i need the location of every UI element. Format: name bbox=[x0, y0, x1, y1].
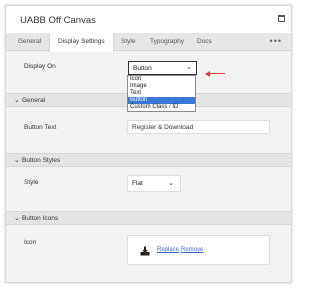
section-title-general: General bbox=[22, 97, 46, 104]
button-text-input[interactable]: Register & Download bbox=[127, 120, 270, 134]
maximize-icon[interactable] bbox=[278, 15, 285, 22]
download-icon bbox=[140, 246, 150, 256]
tab-typography[interactable]: Typography bbox=[142, 33, 192, 51]
dropdown-option-button[interactable]: Button bbox=[128, 97, 195, 104]
display-on-label: Display On bbox=[24, 63, 56, 70]
section-title-button-styles: Button Styles bbox=[22, 157, 61, 164]
display-on-dropdown-list: Icon Image Text Button Custom Class / ID bbox=[127, 75, 196, 112]
icon-label: Icon bbox=[24, 239, 37, 246]
chevron-down-icon: ⌄ bbox=[168, 180, 174, 187]
button-text-label: Button Text bbox=[24, 124, 57, 131]
dropdown-option-text[interactable]: Text bbox=[128, 90, 195, 97]
style-select[interactable]: Flat ⌄ bbox=[127, 175, 181, 192]
display-on-select[interactable]: Button ⌄ bbox=[128, 61, 197, 75]
section-header-button-icons[interactable]: ⌄ Button Icons bbox=[6, 211, 291, 225]
display-on-selected-value: Button bbox=[133, 65, 152, 72]
section-title-button-icons: Button Icons bbox=[22, 215, 59, 222]
tab-docs[interactable]: Docs bbox=[189, 33, 220, 51]
section-header-button-styles[interactable]: ⌄ Button Styles bbox=[6, 153, 291, 167]
dropdown-option-image[interactable]: Image bbox=[128, 83, 195, 90]
replace-icon-link[interactable]: Replace bbox=[157, 247, 179, 253]
dropdown-option-custom-class[interactable]: Custom Class / ID bbox=[128, 104, 195, 111]
chevron-down-icon: ⌄ bbox=[14, 215, 20, 222]
dropdown-option-icon[interactable]: Icon bbox=[128, 76, 195, 83]
tab-general[interactable]: General bbox=[10, 33, 49, 51]
icon-picker: Replace Remove bbox=[127, 235, 270, 265]
settings-tabs: General Display Settings Style Typograph… bbox=[6, 33, 291, 52]
tab-style[interactable]: Style bbox=[113, 33, 143, 51]
chevron-down-icon: ⌄ bbox=[14, 97, 20, 104]
style-label: Style bbox=[24, 179, 39, 186]
arrow-head bbox=[205, 71, 210, 77]
chevron-down-icon: ⌄ bbox=[186, 64, 192, 71]
red-annotation-arrow bbox=[205, 71, 225, 77]
remove-icon-link[interactable]: Remove bbox=[181, 247, 203, 253]
more-options-icon[interactable]: ••• bbox=[270, 33, 282, 49]
panel-titlebar: UABB Off Canvas bbox=[6, 6, 291, 33]
button-text-value: Register & Download bbox=[132, 124, 194, 131]
style-selected-value: Flat bbox=[132, 180, 143, 187]
arrow-line bbox=[208, 73, 225, 74]
panel-title: UABB Off Canvas bbox=[20, 15, 96, 26]
chevron-down-icon: ⌄ bbox=[14, 157, 20, 164]
tab-display-settings[interactable]: Display Settings bbox=[49, 33, 114, 52]
